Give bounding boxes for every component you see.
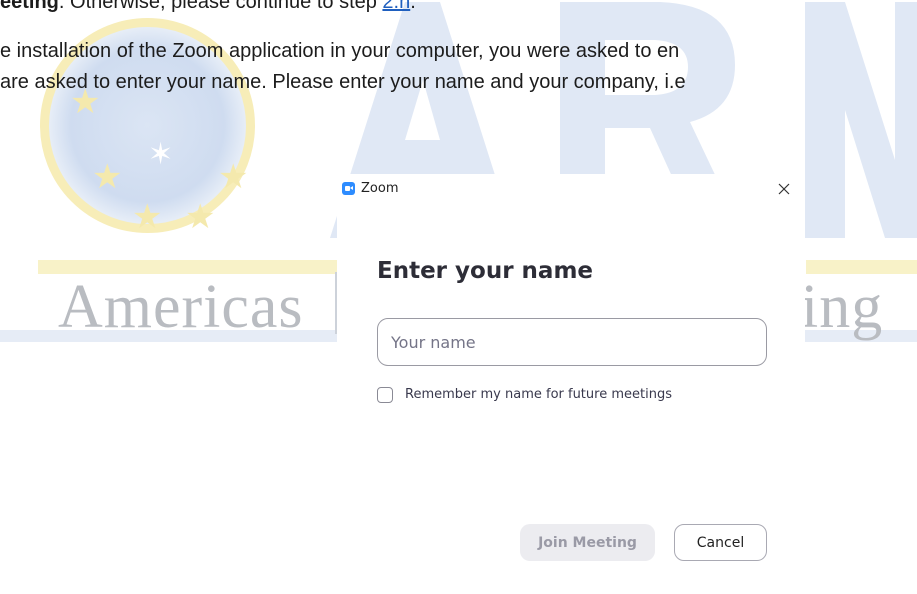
zoom-camera-icon xyxy=(342,182,355,195)
dialog-titlebar: Zoom xyxy=(337,174,805,202)
enter-name-dialog: Zoom Enter your name Remember my name fo… xyxy=(337,174,805,594)
remember-name-option[interactable]: Remember my name for future meetings xyxy=(377,386,697,404)
dialog-heading: Enter your name xyxy=(377,258,594,284)
document-text: . Otherwise, please continue to step xyxy=(58,0,383,13)
cancel-button[interactable]: Cancel xyxy=(674,524,767,561)
document-line: eeting. Otherwise, please continue to st… xyxy=(0,0,416,14)
document-line: e installation of the Zoom application i… xyxy=(0,40,680,62)
step-link[interactable]: 2.h xyxy=(382,0,410,13)
watermark-word: Americas xyxy=(58,273,304,341)
join-meeting-button[interactable]: Join Meeting xyxy=(520,524,655,561)
document-text: . xyxy=(410,0,416,13)
window-title: Zoom xyxy=(361,181,399,196)
remember-name-checkbox[interactable] xyxy=(377,387,393,403)
document-bold-text: eeting xyxy=(0,0,59,13)
remember-name-label: Remember my name for future meetings xyxy=(405,387,672,402)
close-button[interactable] xyxy=(773,178,795,200)
document-line: are asked to enter your name. Please ent… xyxy=(0,71,686,93)
name-input[interactable] xyxy=(377,318,767,366)
close-icon xyxy=(778,183,790,195)
page: ★ ★ ★ ★ ★ ✶ Americas king eeting. Otherw… xyxy=(0,0,917,594)
